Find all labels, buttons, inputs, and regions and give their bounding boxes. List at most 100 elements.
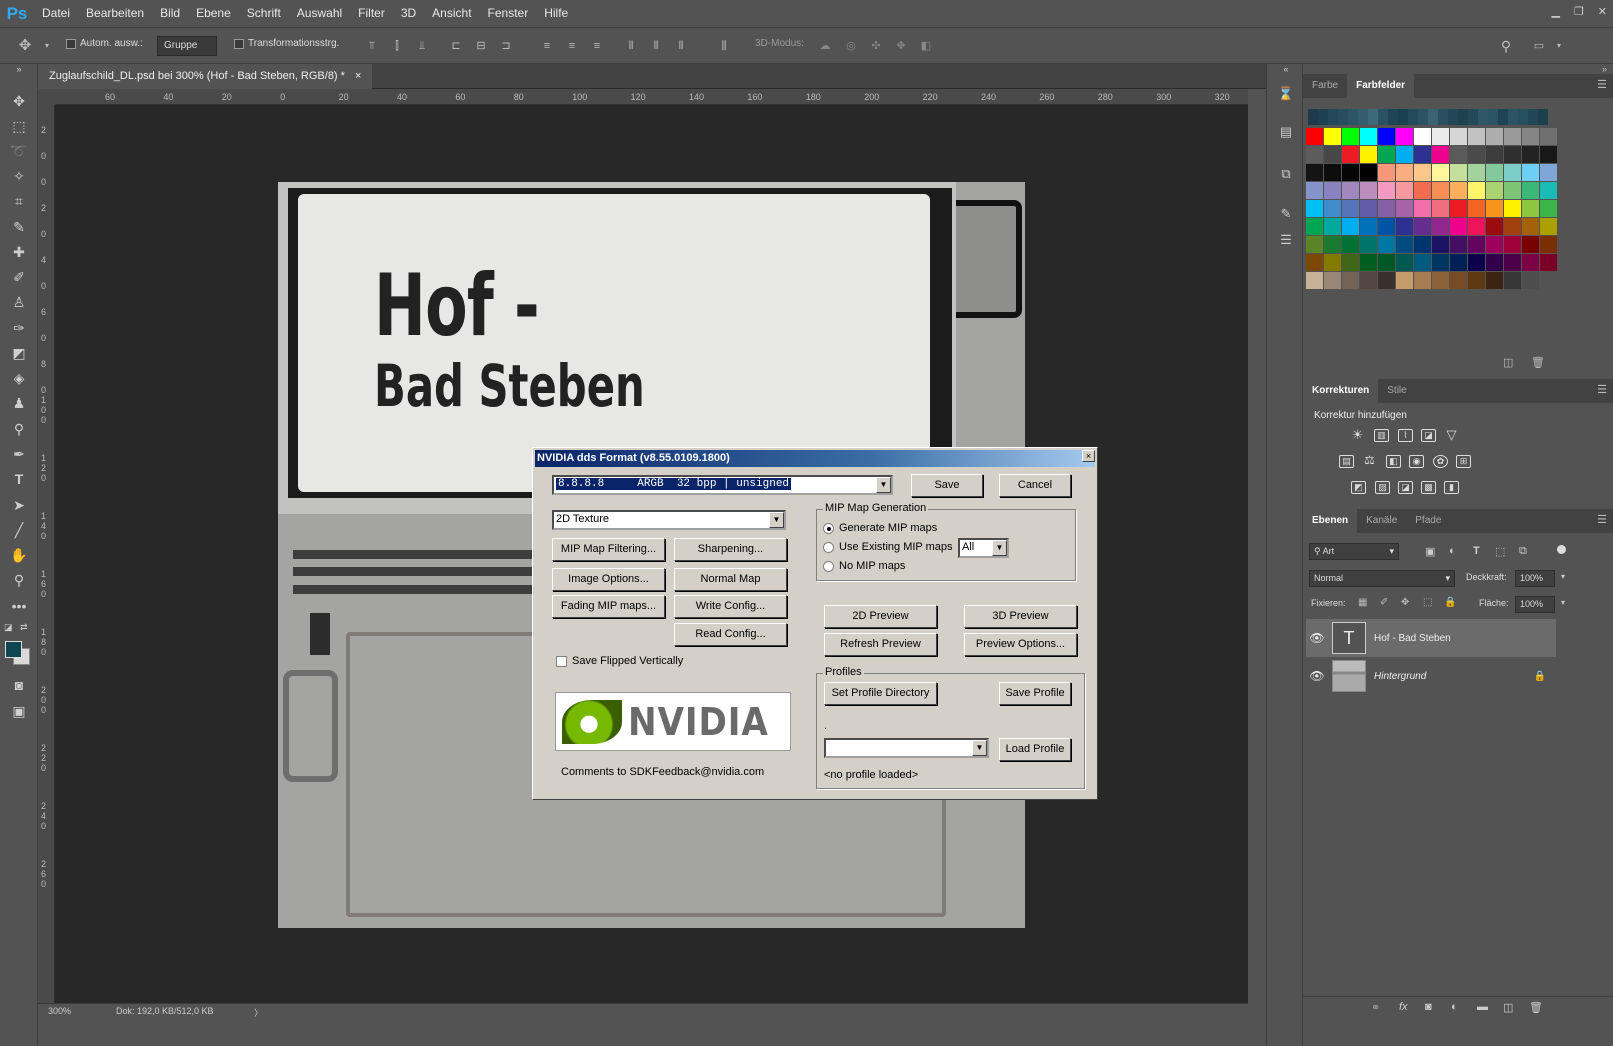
radio-generate-mip[interactable]: Generate MIP maps bbox=[823, 522, 937, 534]
radio-existing-mip[interactable]: Use Existing MIP maps bbox=[823, 541, 953, 553]
swatch[interactable] bbox=[1342, 182, 1359, 199]
dialog-close-button[interactable]: × bbox=[1082, 450, 1095, 462]
swatch[interactable] bbox=[1396, 218, 1413, 235]
swatch[interactable] bbox=[1306, 182, 1323, 199]
fading-mip-maps-button[interactable]: Fading MIP maps... bbox=[552, 595, 665, 618]
link-layers-icon[interactable]: ⚭ bbox=[1371, 1001, 1380, 1014]
layer-filter-dropdown[interactable]: ⚲ Art ▾ bbox=[1309, 543, 1399, 560]
new-group-icon[interactable]: ▬ bbox=[1477, 1001, 1488, 1013]
more-tools-icon[interactable]: ••• bbox=[6, 595, 32, 617]
swatch[interactable] bbox=[1488, 109, 1498, 125]
path-selection-icon[interactable]: ➤ bbox=[6, 494, 32, 516]
swatch[interactable] bbox=[1414, 236, 1431, 253]
swatch[interactable] bbox=[1414, 254, 1431, 271]
swatch[interactable] bbox=[1324, 200, 1341, 217]
swatch[interactable] bbox=[1432, 164, 1449, 181]
line-icon[interactable]: ╱ bbox=[6, 519, 32, 541]
swatch[interactable] bbox=[1308, 109, 1318, 125]
swatch[interactable] bbox=[1418, 109, 1428, 125]
foreground-color-swatch[interactable] bbox=[5, 641, 22, 658]
image-options-button[interactable]: Image Options... bbox=[552, 568, 665, 591]
posterize-icon[interactable]: ▨ bbox=[1375, 481, 1390, 494]
fill-chevron-icon[interactable]: ▾ bbox=[1561, 598, 1565, 607]
transform-checkbox[interactable] bbox=[234, 38, 244, 49]
format-select[interactable]: 8.8.8.8 ARGB 32 bpp | unsigned ▼ bbox=[552, 475, 893, 495]
swatch[interactable] bbox=[1468, 236, 1485, 253]
zoom-level[interactable]: 300% bbox=[48, 1006, 71, 1016]
layer-mask-icon[interactable]: ◙ bbox=[1425, 1001, 1432, 1013]
eye-icon[interactable]: 👁 bbox=[1306, 631, 1328, 645]
swatch[interactable] bbox=[1378, 109, 1388, 125]
texture-type-select[interactable]: 2D Texture ▼ bbox=[552, 510, 786, 530]
exposure-icon[interactable]: ◪ bbox=[1421, 429, 1436, 442]
swatch[interactable] bbox=[1378, 146, 1395, 163]
menu-schrift[interactable]: Schrift bbox=[239, 0, 289, 27]
auto-align-icon[interactable]: ⫼ bbox=[717, 39, 731, 53]
swatch[interactable] bbox=[1360, 254, 1377, 271]
radio-dot[interactable] bbox=[823, 522, 834, 534]
swap-colors-icon[interactable]: ⇄ bbox=[20, 622, 32, 632]
swatch[interactable] bbox=[1468, 254, 1485, 271]
swatch[interactable] bbox=[1468, 146, 1485, 163]
save-button[interactable]: Save bbox=[911, 474, 983, 497]
expand-panels-icon[interactable]: « bbox=[1277, 64, 1295, 74]
properties-icon[interactable]: ▤ bbox=[1277, 124, 1295, 142]
swatch[interactable] bbox=[1450, 128, 1467, 145]
swatch[interactable] bbox=[1414, 182, 1431, 199]
swatch[interactable] bbox=[1360, 272, 1377, 289]
lock-position-icon[interactable]: ✥ bbox=[1401, 597, 1409, 608]
align-left-icon[interactable]: ⊏ bbox=[449, 39, 463, 53]
swatch[interactable] bbox=[1522, 200, 1539, 217]
tab-korrekturen[interactable]: Korrekturen bbox=[1303, 379, 1379, 403]
panel-menu-icon[interactable]: ☰ bbox=[1597, 383, 1607, 396]
minimize-icon[interactable]: ▁ bbox=[1551, 5, 1559, 18]
distribute-top-icon[interactable]: ≡ bbox=[540, 39, 554, 53]
swatch[interactable] bbox=[1486, 236, 1503, 253]
filter-toggle-icon[interactable] bbox=[1557, 545, 1566, 554]
lock-transparent-icon[interactable]: ▦ bbox=[1358, 597, 1367, 608]
gradient-map-icon[interactable]: ▮ bbox=[1444, 481, 1459, 494]
sharpening-button[interactable]: Sharpening... bbox=[674, 538, 787, 561]
threshold-icon[interactable]: ◪ bbox=[1398, 481, 1413, 494]
swatch[interactable] bbox=[1396, 182, 1413, 199]
swatch[interactable] bbox=[1522, 218, 1539, 235]
swatch[interactable] bbox=[1432, 218, 1449, 235]
swatch[interactable] bbox=[1540, 182, 1557, 199]
swatch[interactable] bbox=[1348, 109, 1358, 125]
vibrance-icon[interactable]: ▽ bbox=[1444, 428, 1459, 442]
swatch[interactable] bbox=[1432, 272, 1449, 289]
eye-icon[interactable]: 👁 bbox=[1306, 669, 1328, 683]
chevron-down-icon[interactable]: ▼ bbox=[769, 512, 784, 528]
layer-row-background[interactable]: 👁 Hintergrund 🔒 bbox=[1306, 657, 1556, 695]
mip-map-filtering-button[interactable]: MIP Map Filtering... bbox=[552, 538, 665, 561]
menu-ebene[interactable]: Ebene bbox=[188, 0, 239, 27]
opacity-chevron-icon[interactable]: ▾ bbox=[1561, 572, 1565, 581]
eyedropper-icon[interactable]: ✎ bbox=[6, 216, 32, 238]
menu-bild[interactable]: Bild bbox=[152, 0, 188, 27]
swatch[interactable] bbox=[1318, 109, 1328, 125]
swatch[interactable] bbox=[1324, 272, 1341, 289]
menu-auswahl[interactable]: Auswahl bbox=[289, 0, 350, 27]
swatch[interactable] bbox=[1328, 109, 1338, 125]
swatch[interactable] bbox=[1522, 164, 1539, 181]
adjust-icon[interactable]: ☰ bbox=[1277, 232, 1295, 250]
swatch[interactable] bbox=[1450, 236, 1467, 253]
magic-wand-icon[interactable]: ✧ bbox=[6, 165, 32, 187]
swatch[interactable] bbox=[1468, 218, 1485, 235]
collapse-panels-icon[interactable]: » bbox=[1602, 64, 1607, 74]
swatch[interactable] bbox=[1438, 109, 1448, 125]
opacity-input[interactable]: 100% bbox=[1515, 570, 1555, 587]
tab-stile[interactable]: Stile bbox=[1378, 379, 1415, 403]
swatch[interactable] bbox=[1396, 254, 1413, 271]
swatch[interactable] bbox=[1522, 146, 1539, 163]
tab-farbfelder[interactable]: Farbfelder bbox=[1347, 74, 1415, 98]
align-vcenter-icon[interactable]: ⫿ bbox=[390, 39, 404, 53]
workspace-icon[interactable]: ▭ bbox=[1532, 39, 1546, 53]
panel-menu-icon[interactable]: ☰ bbox=[1597, 78, 1607, 91]
menu-fenster[interactable]: Fenster bbox=[480, 0, 537, 27]
swatch[interactable] bbox=[1428, 109, 1438, 125]
brightness-icon[interactable]: ☀ bbox=[1350, 428, 1365, 442]
lock-all-icon[interactable]: 🔒 bbox=[1444, 597, 1456, 608]
swatch[interactable] bbox=[1504, 272, 1521, 289]
swatch[interactable] bbox=[1360, 146, 1377, 163]
